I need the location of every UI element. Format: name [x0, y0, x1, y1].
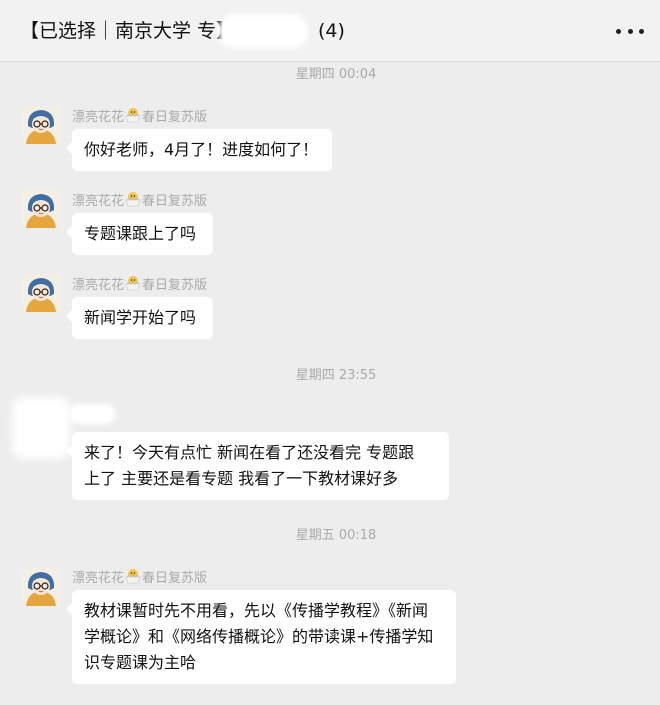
- redacted-avatar: [18, 403, 64, 453]
- chat-header: 【已选择｜南京大学 专】 (4): [0, 0, 660, 62]
- redacted-title-part: [222, 18, 304, 44]
- message-timestamp: 星期五 00:18: [295, 528, 377, 543]
- member-count: (4): [318, 20, 345, 42]
- chick-emoji-icon: [125, 107, 141, 129]
- chick-emoji-icon: [125, 191, 141, 213]
- sender-name: 漂亮花花 春日复苏版: [72, 191, 207, 213]
- chat-title[interactable]: 【已选择｜南京大学 专】: [20, 16, 235, 46]
- message-bubble[interactable]: 新闻学开始了吗: [66, 297, 213, 339]
- more-dots-icon[interactable]: [616, 20, 644, 42]
- message-timestamp: 星期四 00:04: [295, 67, 377, 82]
- chick-emoji-icon: [125, 568, 141, 590]
- message-bubble[interactable]: 专题课跟上了吗: [66, 213, 213, 255]
- chick-emoji-icon: [125, 275, 141, 297]
- message-timestamp: 星期四 23:55: [295, 368, 377, 383]
- sender-avatar[interactable]: [22, 568, 60, 606]
- sender-avatar[interactable]: [22, 190, 60, 228]
- message-bubble[interactable]: 你好老师，4月了！进度如何了！: [66, 129, 332, 171]
- message-bubble[interactable]: 来了！今天有点忙 新闻在看了还没看完 专题跟 上了 主要还是看专题 我看了一下教…: [66, 432, 449, 500]
- redacted-sender-name: [72, 407, 112, 421]
- sender-avatar[interactable]: [22, 106, 60, 144]
- sender-avatar[interactable]: [22, 274, 60, 312]
- sender-name: 漂亮花花 春日复苏版: [72, 275, 207, 297]
- message-bubble[interactable]: 教材课暂时先不用看，先以《传播学教程》《新闻 学概论》和《网络传播概论》的带读课…: [66, 590, 456, 684]
- sender-name: 漂亮花花 春日复苏版: [72, 568, 207, 590]
- sender-name: 漂亮花花 春日复苏版: [72, 107, 207, 129]
